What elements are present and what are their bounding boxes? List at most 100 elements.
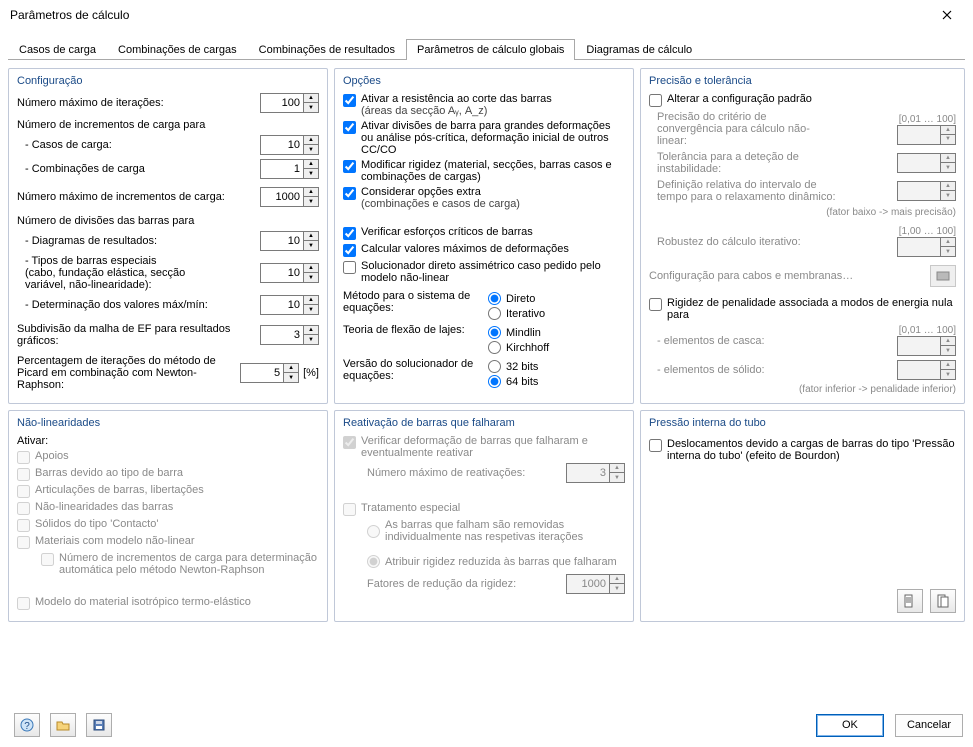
opt-maxdef[interactable]: Calcular valores máximos de deformações: [343, 243, 625, 257]
alter-config[interactable]: Alterar a configuração padrão: [649, 93, 956, 107]
settings-icon: [936, 270, 950, 282]
nonlin-autoincr: Número de incrementos de carga para dete…: [17, 552, 319, 576]
tool-button-2[interactable]: [930, 589, 956, 613]
tool-button-1[interactable]: [897, 589, 923, 613]
opt-critical[interactable]: Verificar esforços críticos de barras: [343, 226, 625, 240]
div-label: Número de divisões das barras para: [17, 215, 319, 227]
cancel-button[interactable]: Cancelar: [895, 714, 963, 737]
nonlin-supports: Apoios: [17, 450, 319, 464]
picard-label: Percentagem de iterações do método de Pi…: [17, 355, 234, 391]
opt-stiffness[interactable]: Modificar rigidez (material, secções, ba…: [343, 159, 625, 183]
prec-instab-input: ▲▼: [897, 153, 956, 173]
folder-icon: [56, 718, 70, 732]
prec-robust-range: [1,00 … 100]: [899, 226, 956, 237]
window-title: Parâmetros de cálculo: [10, 8, 129, 22]
penalty-shell-input: ▲▼: [897, 336, 956, 356]
doc2-icon: [936, 594, 950, 608]
prec-instab-label: Tolerância para a deteção de instabilida…: [657, 151, 827, 175]
pipe-group-title: Pressão interna do tubo: [649, 417, 956, 429]
save-icon: [92, 718, 106, 732]
co-label: - Combinações de carga: [25, 163, 254, 175]
cfg-cables-button: [930, 265, 956, 287]
opt-shear[interactable]: Ativar a resistência ao corte das barras…: [343, 93, 625, 117]
doc-icon: [903, 594, 917, 608]
co-input[interactable]: ▲▼: [260, 159, 319, 179]
method-iterative[interactable]: Iterativo: [488, 307, 625, 320]
prec-robust-input: ▲▼: [897, 237, 956, 257]
nonlin-bartype: Barras devido ao tipo de barra: [17, 467, 319, 481]
svg-text:?: ?: [24, 721, 30, 732]
config-group-title: Configuração: [17, 75, 319, 87]
tabstrip: Casos de carga Combinações de cargas Com…: [0, 38, 973, 59]
max-incr-label: Número máximo de incrementos de carga:: [17, 191, 254, 203]
tab-load-cases[interactable]: Casos de carga: [8, 39, 107, 60]
div3-label: - Determinação dos valores máx/mín:: [25, 299, 254, 311]
solver-label: Versão do solucionador de equações:: [343, 358, 478, 390]
cfg-cables-label: Configuração para cabos e membranas…: [649, 270, 853, 282]
tab-calc-diagrams[interactable]: Diagramas de cálculo: [575, 39, 703, 60]
prec-conv-label: Precisão do critério de convergência par…: [657, 111, 827, 147]
prec-relax-hint: (fator baixo -> mais precisão): [649, 207, 956, 218]
tab-global-params[interactable]: Parâmetros de cálculo globais: [406, 39, 575, 60]
div3-input[interactable]: ▲▼: [260, 295, 319, 315]
react-special: Tratamento especial: [343, 502, 625, 516]
help-button[interactable]: ?: [14, 713, 40, 737]
penalty-solid-label: - elementos de sólido:: [657, 364, 765, 376]
plate-kirchhoff[interactable]: Kirchhoff: [488, 341, 625, 354]
max-iter-input[interactable]: ▲▼: [260, 93, 319, 113]
pipe-bourdon[interactable]: Deslocamentos devido a cargas de barras …: [649, 438, 956, 462]
load-incr-label: Número de incrementos de carga para: [17, 119, 319, 131]
subdiv-input[interactable]: ▲▼: [260, 325, 319, 345]
prec-robust-label: Robustez do cálculo iterativo:: [657, 236, 801, 248]
div1-label: - Diagramas de resultados:: [25, 235, 254, 247]
prec-conv-range: [0,01 … 100]: [899, 114, 956, 125]
react-max-input: ▲▼: [566, 463, 625, 483]
tab-load-combinations[interactable]: Combinações de cargas: [107, 39, 248, 60]
opt-asym[interactable]: Solucionador direto assimétrico caso ped…: [343, 260, 625, 284]
max-iter-label: Número máximo de iterações:: [17, 97, 254, 109]
max-incr-input[interactable]: ▲▼: [260, 187, 319, 207]
close-icon: [942, 10, 952, 20]
close-button[interactable]: [931, 3, 963, 27]
nonlin-activate-label: Ativar:: [17, 435, 319, 447]
react-verify: Verificar deformação de barras que falha…: [343, 435, 625, 459]
picard-input[interactable]: ▲▼: [240, 363, 299, 383]
subdiv-label: Subdivisão da malha de EF para resultado…: [17, 323, 254, 347]
solver-64[interactable]: 64 bits: [488, 375, 625, 388]
tab-result-combinations[interactable]: Combinações de resultados: [248, 39, 406, 60]
lc-input[interactable]: ▲▼: [260, 135, 319, 155]
opt-divisions[interactable]: Ativar divisões de barra para grandes de…: [343, 120, 625, 156]
pct-label: [%]: [303, 367, 319, 379]
nonlin-hinges: Articulações de barras, libertações: [17, 484, 319, 498]
react-remove: As barras que falham são removidas indiv…: [343, 519, 625, 543]
react-factor-input: ▲▼: [566, 574, 625, 594]
opt-extra[interactable]: Considerar opções extra(combinações e ca…: [343, 186, 625, 210]
help-icon: ?: [20, 718, 34, 732]
method-label: Método para o sistema de equações:: [343, 290, 478, 322]
prec-conv-input: ▲▼: [897, 125, 956, 145]
prec-relax-input: ▲▼: [897, 181, 956, 201]
plate-mindlin[interactable]: Mindlin: [488, 326, 625, 339]
penalty-solid-input: ▲▼: [897, 360, 956, 380]
div2-input[interactable]: ▲▼: [260, 263, 319, 283]
solver-32[interactable]: 32 bits: [488, 360, 625, 373]
nonlin-thermo: Modelo do material isotrópico termo-elás…: [17, 596, 319, 610]
div2-label: - Tipos de barras especiais (cabo, funda…: [25, 255, 254, 291]
method-direct[interactable]: Direto: [488, 292, 625, 305]
react-group-title: Reativação de barras que falharam: [343, 417, 625, 429]
penalty-hint: (fator inferior -> penalidade inferior): [649, 384, 956, 395]
nonlin-contact: Sólidos do tipo 'Contacto': [17, 518, 319, 532]
save-button[interactable]: [86, 713, 112, 737]
options-group-title: Opções: [343, 75, 625, 87]
penalty-shell-range: [0,01 … 100]: [899, 325, 956, 336]
nonlin-materials: Materiais com modelo não-linear: [17, 535, 319, 549]
open-button[interactable]: [50, 713, 76, 737]
react-reduced: Atribuir rigidez reduzida às barras que …: [343, 555, 625, 568]
react-max-label: Número máximo de reativações:: [367, 467, 560, 479]
penalty-check[interactable]: Rigidez de penalidade associada a modos …: [649, 297, 956, 321]
ok-button[interactable]: OK: [816, 714, 884, 737]
plate-label: Teoria de flexão de lajes:: [343, 324, 478, 356]
div1-input[interactable]: ▲▼: [260, 231, 319, 251]
nonlin-group-title: Não-linearidades: [17, 417, 319, 429]
nonlin-bars: Não-linearidades das barras: [17, 501, 319, 515]
